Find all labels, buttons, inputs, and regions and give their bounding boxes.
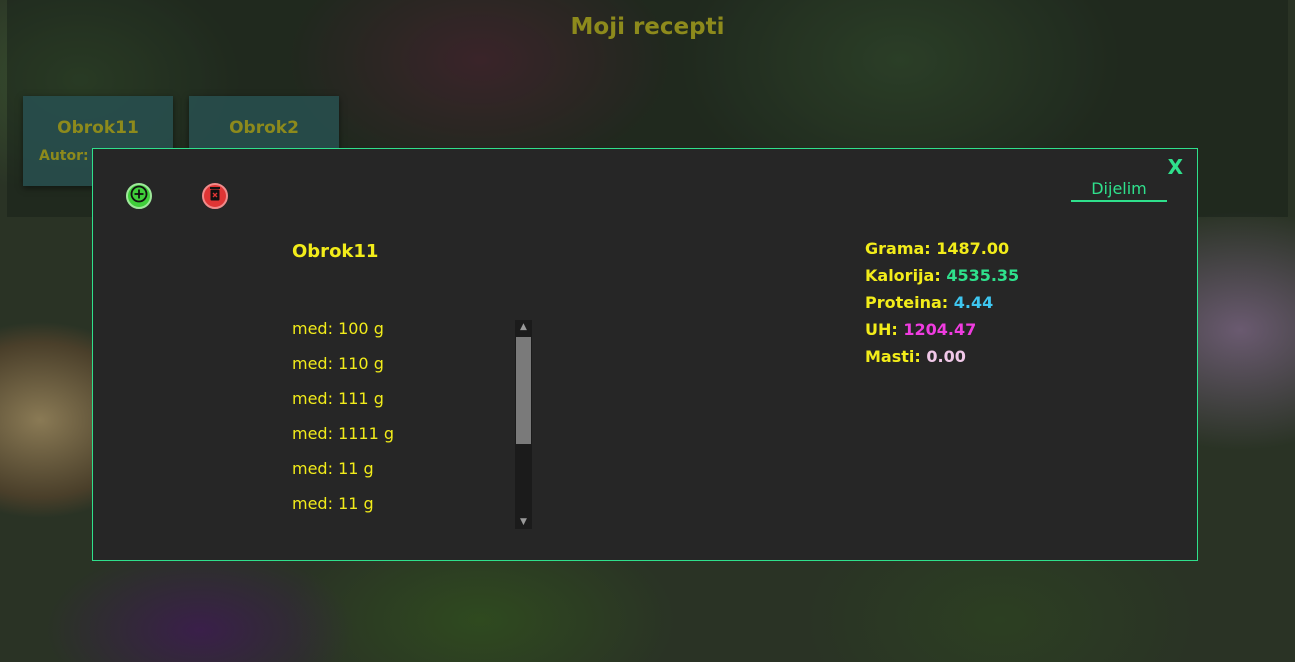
list-item: med: 11 g (292, 494, 374, 513)
delete-button[interactable] (202, 183, 228, 209)
stat-value: 1204.47 (903, 320, 977, 339)
share-button[interactable]: Dijelim (1071, 179, 1167, 202)
stat-label: Proteina: (865, 293, 949, 312)
meal-title: Obrok11 (292, 241, 379, 262)
stat-protein: Proteina: 4.44 (865, 293, 1019, 320)
scrollbar-thumb[interactable] (516, 337, 531, 444)
stat-value: 4535.35 (946, 266, 1020, 285)
list-item: med: 100 g (292, 319, 384, 338)
stat-label: Masti: (865, 347, 921, 366)
list-item: med: 110 g (292, 354, 384, 373)
ingredient-scrollbar[interactable]: ▲ ▼ (515, 320, 532, 529)
page-title: Moji recepti (570, 14, 725, 40)
scroll-down-icon[interactable]: ▼ (515, 515, 532, 529)
stat-fat: Masti: 0.00 (865, 347, 1019, 374)
stat-value: 4.44 (953, 293, 994, 312)
nutrition-stats: Grama: 1487.00 Kalorija: 4535.35 Protein… (865, 239, 1019, 374)
recipe-detail-modal: X Dijelim Obrok11 med: 100 g med: 110 g … (92, 148, 1198, 561)
recipe-card-author: Autor: (39, 148, 89, 164)
recipe-card-name: Obrok11 (57, 118, 139, 138)
recipe-card-name: Obrok2 (229, 118, 299, 138)
list-item: med: 1111 g (292, 424, 395, 443)
list-item: med: 111 g (292, 389, 384, 408)
stat-label: Grama: (865, 239, 931, 258)
add-button[interactable] (126, 183, 152, 209)
ingredient-list: med: 100 g med: 110 g med: 111 g med: 11… (292, 319, 532, 529)
stat-calories: Kalorija: 4535.35 (865, 266, 1019, 293)
scroll-up-icon[interactable]: ▲ (515, 320, 532, 334)
stat-value: 1487.00 (936, 239, 1010, 258)
close-button[interactable]: X (1168, 155, 1183, 179)
stat-carbs: UH: 1204.47 (865, 320, 1019, 347)
stat-label: UH: (865, 320, 898, 339)
stat-label: Kalorija: (865, 266, 941, 285)
trash-icon (208, 186, 222, 206)
list-item: med: 11 g (292, 459, 374, 478)
stat-grams: Grama: 1487.00 (865, 239, 1019, 266)
plus-circle-icon (130, 185, 148, 207)
stat-value: 0.00 (926, 347, 966, 366)
